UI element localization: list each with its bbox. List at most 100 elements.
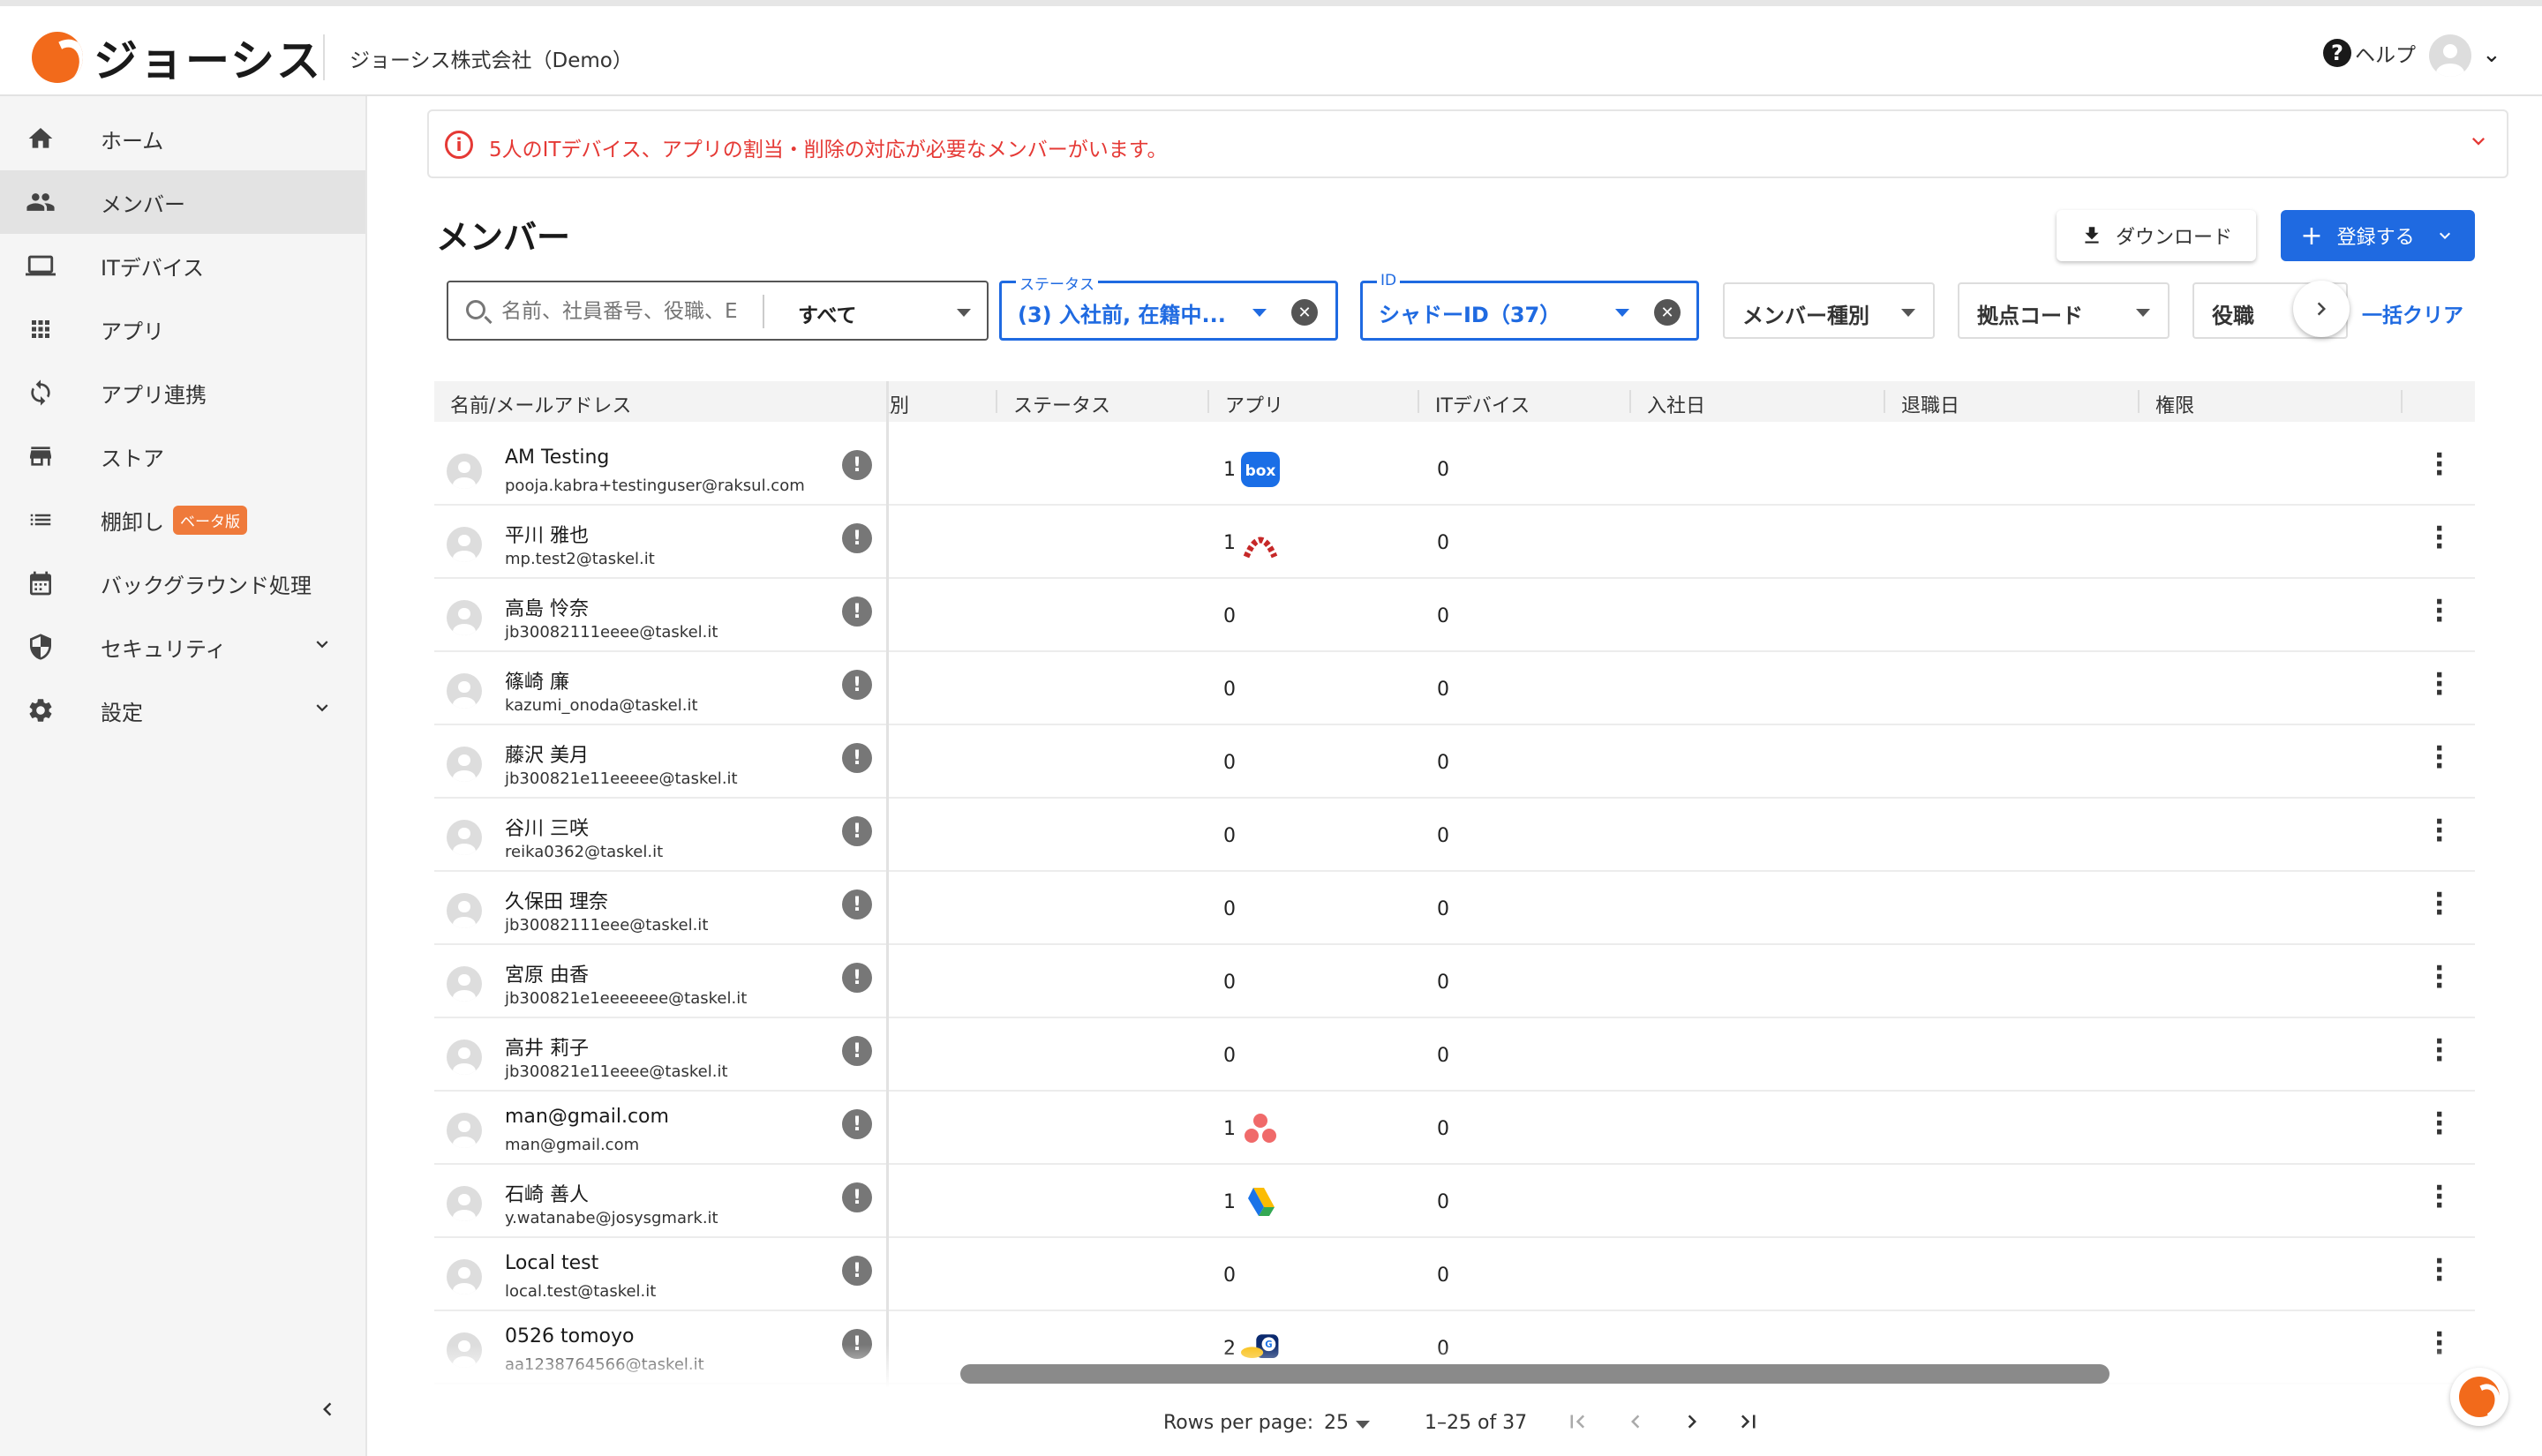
- previous-page-icon[interactable]: [1622, 1408, 1649, 1441]
- warning-icon[interactable]: !: [842, 1036, 872, 1066]
- row-menu-kebab-icon[interactable]: ···: [2434, 589, 2444, 634]
- column-header-type[interactable]: 種別: [886, 390, 909, 418]
- sidebar-item-label: 設定: [101, 700, 143, 725]
- table-row[interactable]: Local test local.test@taskel.it! 0 0 · · ·: [434, 1238, 2475, 1311]
- warning-icon[interactable]: !: [842, 1182, 872, 1212]
- table-row[interactable]: 高井 莉子 jb300821e11eeee@taskel.it! 0 0 · · ·: [434, 1018, 2475, 1092]
- column-header-leave-date[interactable]: 退職日: [1901, 390, 1959, 418]
- action-required-alert[interactable]: i 5人のITデバイス、アプリの割当・削除の対応が必要なメンバーがいます。: [427, 109, 2508, 178]
- warning-icon[interactable]: !: [842, 450, 872, 480]
- table-row[interactable]: AM Testing pooja.kabra+testinguser@raksul…: [434, 432, 2475, 506]
- member-email: jb30082111eee@taskel.it: [505, 916, 709, 934]
- member-name[interactable]: 高井 莉子: [505, 1032, 589, 1061]
- table-row[interactable]: 高島 怜奈 jb30082111eeee@taskel.it! 0 0 · · ·: [434, 579, 2475, 652]
- row-menu-kebab-icon[interactable]: ···: [2434, 736, 2444, 780]
- sidebar-item-settings[interactable]: 設定: [0, 679, 365, 742]
- row-menu-kebab-icon[interactable]: ···: [2434, 663, 2444, 707]
- sidebar-item-security[interactable]: セキュリティ: [0, 615, 365, 679]
- warning-icon[interactable]: !: [842, 523, 872, 553]
- member-name[interactable]: AM Testing: [505, 447, 609, 469]
- device-count: 0: [1437, 532, 1449, 554]
- table-row[interactable]: 篠崎 廉 kazumi_onoda@taskel.it! 0 0 · · ·: [434, 652, 2475, 725]
- warning-icon[interactable]: !: [842, 963, 872, 993]
- download-button[interactable]: ダウンロード: [2057, 210, 2256, 261]
- member-type-filter[interactable]: メンバー種別: [1723, 282, 1935, 339]
- row-menu-kebab-icon[interactable]: ···: [2434, 443, 2444, 487]
- member-name[interactable]: 平川 雅也: [505, 520, 589, 548]
- row-menu-kebab-icon[interactable]: ···: [2434, 1102, 2444, 1146]
- collapse-sidebar-chevron-left-icon[interactable]: [314, 1396, 341, 1430]
- next-page-icon[interactable]: [1679, 1408, 1705, 1441]
- row-menu-kebab-icon[interactable]: ···: [2434, 516, 2444, 560]
- sidebar-item-it-devices[interactable]: ITデバイス: [0, 234, 365, 297]
- status-clear-icon[interactable]: ✕: [1291, 299, 1318, 326]
- table-row[interactable]: 久保田 理奈 jb30082111eee@taskel.it! 0 0 · · ·: [434, 872, 2475, 945]
- warning-icon[interactable]: !: [842, 889, 872, 919]
- warning-icon[interactable]: !: [842, 597, 872, 627]
- row-menu-kebab-icon[interactable]: ···: [2434, 1249, 2444, 1293]
- search-input[interactable]: [501, 295, 761, 328]
- table-row[interactable]: 藤沢 美月 jb300821e11eeeee@taskel.it! 0 0 · · ·: [434, 725, 2475, 799]
- column-header-apps[interactable]: アプリ: [1225, 390, 1283, 418]
- member-name[interactable]: 石崎 善人: [505, 1179, 589, 1207]
- svg-text:box: box: [1245, 462, 1276, 480]
- sidebar-item-background-jobs[interactable]: バックグラウンド処理: [0, 552, 365, 615]
- search-scope-select[interactable]: すべて: [798, 298, 856, 328]
- row-menu-kebab-icon[interactable]: ···: [2434, 809, 2444, 853]
- member-name[interactable]: 久保田 理奈: [505, 886, 608, 914]
- clear-all-filters-link[interactable]: 一括クリア: [2362, 298, 2463, 328]
- member-name[interactable]: Local test: [505, 1252, 598, 1274]
- last-page-icon[interactable]: [1735, 1408, 1762, 1441]
- member-name[interactable]: 篠崎 廉: [505, 666, 569, 694]
- row-menu-kebab-icon[interactable]: ···: [2434, 1029, 2444, 1073]
- rows-per-page-select[interactable]: 25: [1324, 1412, 1370, 1434]
- help-button[interactable]: ? ヘルプ: [2323, 38, 2416, 68]
- table-row[interactable]: 谷川 三咲 reika0362@taskel.it! 0 0 · · ·: [434, 799, 2475, 872]
- filters-scroll-right-icon[interactable]: [2293, 281, 2350, 337]
- sidebar-item-members[interactable]: メンバー: [0, 170, 365, 234]
- sidebar-item-apps[interactable]: アプリ: [0, 297, 365, 361]
- column-header-join-date[interactable]: 入社日: [1647, 390, 1705, 418]
- member-name[interactable]: 高島 怜奈: [505, 593, 589, 621]
- sidebar-item-app-integration[interactable]: アプリ連携: [0, 361, 365, 424]
- table-row[interactable]: 石崎 善人 y.watanabe@josysgmark.it! 1 0 · · ·: [434, 1165, 2475, 1238]
- member-name[interactable]: 谷川 三咲: [505, 813, 589, 841]
- row-menu-kebab-icon[interactable]: ···: [2434, 1175, 2444, 1220]
- brand-logo[interactable]: ジョーシス: [32, 26, 322, 89]
- warning-icon[interactable]: !: [842, 816, 872, 846]
- id-filter[interactable]: ID シャドーID（37） ✕: [1360, 272, 1699, 341]
- member-name[interactable]: 宮原 由香: [505, 959, 589, 987]
- warning-icon[interactable]: !: [842, 1109, 872, 1139]
- user-avatar[interactable]: [2429, 34, 2471, 77]
- warning-icon[interactable]: !: [842, 743, 872, 773]
- app-count: 0: [1223, 972, 1236, 994]
- alert-expand-chevron-icon[interactable]: [2466, 129, 2491, 160]
- sidebar-item-store[interactable]: ストア: [0, 424, 365, 488]
- register-button[interactable]: + 登録する: [2281, 210, 2475, 261]
- warning-icon[interactable]: !: [842, 1256, 872, 1286]
- row-menu-kebab-icon[interactable]: ···: [2434, 956, 2444, 1000]
- table-row[interactable]: 平川 雅也 mp.test2@taskel.it! 1 0 · · ·: [434, 506, 2475, 579]
- location-code-filter[interactable]: 拠点コード: [1958, 282, 2170, 339]
- app-header: ジョーシス ジョーシス株式会社（Demo） ? ヘルプ ⌄: [0, 6, 2542, 96]
- sidebar-item-inventory[interactable]: 棚卸し ベータ版: [0, 488, 365, 552]
- sidebar-item-home[interactable]: ホーム: [0, 107, 365, 170]
- app-count: 1: [1223, 1191, 1236, 1213]
- column-header-status[interactable]: ステータス: [1013, 390, 1110, 418]
- table-row[interactable]: man@gmail.com man@gmail.com! 1 0 · · ·: [434, 1092, 2475, 1165]
- table-row[interactable]: 宮原 由香 jb300821e1eeeeeee@taskel.it! 0 0 · · ·: [434, 945, 2475, 1018]
- warning-icon[interactable]: !: [842, 670, 872, 700]
- column-header-name[interactable]: 名前/メールアドレス: [450, 390, 631, 418]
- id-filter-label: ID: [1377, 272, 1401, 289]
- column-header-devices[interactable]: ITデバイス: [1435, 390, 1530, 418]
- row-menu-kebab-icon[interactable]: ···: [2434, 882, 2444, 927]
- id-clear-icon[interactable]: ✕: [1654, 299, 1681, 326]
- user-menu-chevron-icon[interactable]: ⌄: [2482, 41, 2501, 68]
- column-header-permission[interactable]: 権限: [2155, 390, 2194, 418]
- member-name[interactable]: 藤沢 美月: [505, 739, 589, 768]
- member-name[interactable]: man@gmail.com: [505, 1106, 669, 1128]
- horizontal-scrollbar[interactable]: [960, 1364, 2110, 1384]
- status-filter[interactable]: ステータス (3) 入社前, 在籍中... ✕: [999, 272, 1338, 341]
- first-page-icon[interactable]: [1564, 1408, 1591, 1441]
- josys-assistant-fab-icon[interactable]: [2450, 1368, 2508, 1426]
